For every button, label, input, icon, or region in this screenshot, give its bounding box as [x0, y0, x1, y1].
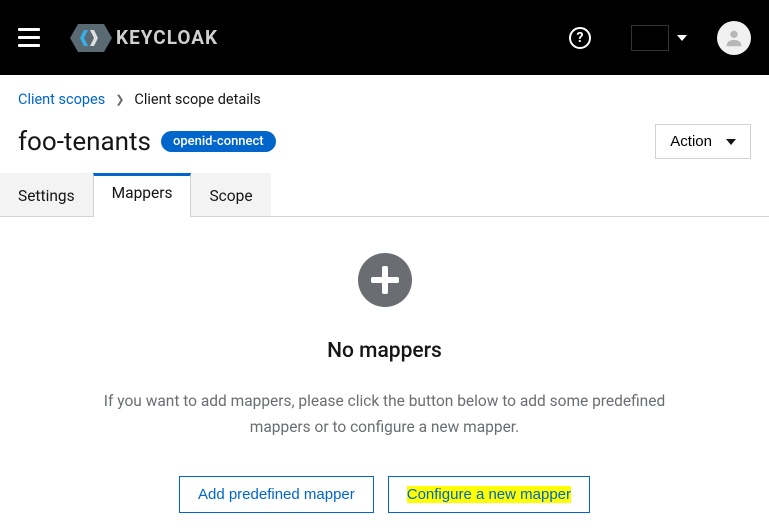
protocol-badge: openid-connect	[161, 131, 276, 152]
breadcrumb-parent-link[interactable]: Client scopes	[18, 91, 105, 108]
plus-circle-icon	[358, 253, 412, 307]
add-predefined-mapper-button[interactable]: Add predefined mapper	[179, 476, 374, 513]
logo-mark-icon	[70, 24, 112, 52]
configure-new-mapper-label: Configure a new mapper	[407, 486, 571, 503]
realm-box	[631, 25, 669, 51]
caret-down-icon	[726, 139, 736, 145]
breadcrumb: Client scopes ❯ Client scope details	[0, 75, 769, 122]
breadcrumb-current: Client scope details	[134, 91, 260, 108]
top-header: KEYCLOAK ?	[0, 0, 769, 75]
configure-new-mapper-button[interactable]: Configure a new mapper	[388, 476, 590, 513]
logo-text: KEYCLOAK	[116, 26, 218, 49]
action-dropdown[interactable]: Action	[655, 124, 751, 159]
help-icon[interactable]: ?	[569, 27, 591, 49]
empty-heading: No mappers	[40, 339, 729, 363]
title-row: foo-tenants openid-connect Action	[0, 122, 769, 173]
chevron-down-icon	[677, 35, 687, 41]
tab-mappers[interactable]: Mappers	[93, 173, 192, 217]
keycloak-logo[interactable]: KEYCLOAK	[70, 24, 218, 52]
hamburger-menu-icon[interactable]	[18, 28, 40, 47]
tab-settings[interactable]: Settings	[0, 173, 93, 216]
empty-description: If you want to add mappers, please click…	[85, 389, 685, 440]
tab-scope[interactable]: Scope	[191, 173, 270, 216]
chevron-right-icon: ❯	[115, 93, 124, 106]
user-avatar[interactable]	[717, 21, 751, 55]
tabs: Settings Mappers Scope	[0, 173, 769, 217]
empty-state: No mappers If you want to add mappers, p…	[0, 217, 769, 513]
empty-actions: Add predefined mapper Configure a new ma…	[40, 476, 729, 513]
action-label: Action	[670, 133, 712, 150]
page-title: foo-tenants	[18, 127, 151, 157]
realm-selector[interactable]	[631, 25, 687, 51]
